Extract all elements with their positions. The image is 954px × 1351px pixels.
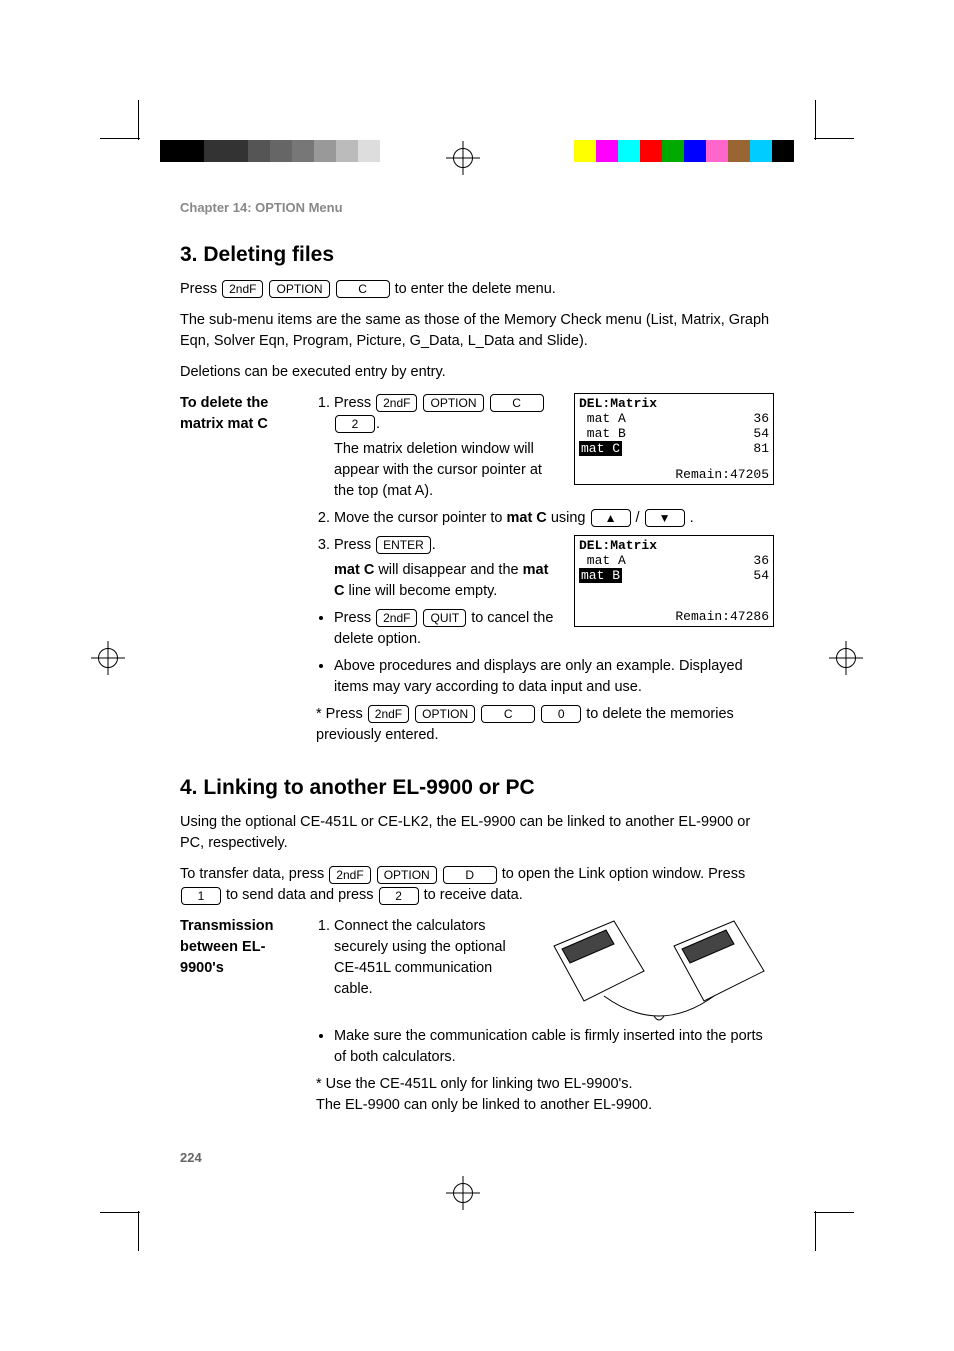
calculator-link-illustration [544, 916, 774, 1026]
key-quit: QUIT [423, 609, 466, 627]
key-c: C [336, 280, 390, 298]
step-1: Press 2ndF OPTION C 2. The matrix deleti… [334, 393, 560, 502]
bullet-note: Above procedures and displays are only a… [334, 656, 774, 698]
link-step-1: Connect the calculators securely using t… [334, 916, 530, 1000]
key-2: 2 [379, 887, 419, 905]
key-2ndf: 2ndF [222, 280, 263, 298]
text: To transfer data, press [180, 866, 328, 882]
key-2ndf: 2ndF [329, 866, 370, 884]
bold: mat C [506, 510, 546, 526]
paragraph: The sub-menu items are the same as those… [180, 310, 774, 352]
bullet-cancel: Press 2ndF QUIT to cancel the delete opt… [334, 608, 560, 650]
paragraph: Deletions can be executed entry by entry… [180, 362, 774, 383]
step-1-note: The matrix deletion window will appear w… [334, 439, 560, 502]
lcd-row: mat A36 [579, 411, 769, 426]
crop-mark [814, 138, 854, 139]
chapter-heading: Chapter 14: OPTION Menu [180, 200, 774, 215]
key-2ndf: 2ndF [376, 609, 417, 627]
key-option: OPTION [269, 280, 329, 298]
text: . [376, 416, 380, 432]
key-2ndf: 2ndF [368, 705, 409, 723]
text: using [551, 510, 590, 526]
lcd-row: mat A36 [579, 553, 769, 568]
transfer-line: To transfer data, press 2ndF OPTION D to… [180, 864, 774, 906]
text: The EL-9900 can only be linked to anothe… [316, 1097, 652, 1113]
key-2ndf: 2ndF [376, 394, 417, 412]
page-number: 224 [180, 1150, 774, 1165]
crop-mark [138, 1211, 139, 1251]
lcd-screenshot-2: DEL:Matrix mat A36 mat B54 Remain:47286 [574, 535, 774, 627]
text: line will become empty. [349, 583, 498, 599]
text: . [690, 510, 694, 526]
key-up-icon: ▲ [591, 509, 631, 527]
text: to send data and press [226, 887, 378, 903]
link-bullet: Make sure the communication cable is fir… [334, 1026, 774, 1068]
section-title-delete: 3. Deleting files [180, 243, 774, 267]
text: Press [180, 281, 221, 297]
procedure-body: Press 2ndF OPTION C 2. The matrix deleti… [316, 393, 774, 756]
lcd-screenshot-1: DEL:Matrix mat A36 mat B54 mat C81 Remai… [574, 393, 774, 485]
text: . [432, 537, 436, 553]
key-c: C [481, 705, 535, 723]
crop-mark [814, 1212, 854, 1213]
key-option: OPTION [423, 394, 483, 412]
key-2: 2 [335, 415, 375, 433]
step-2: Move the cursor pointer to mat C using ▲… [334, 508, 774, 529]
text: Press [326, 706, 367, 722]
crop-mark [100, 138, 140, 139]
lcd-title: DEL:Matrix [579, 396, 769, 411]
lcd-row: mat B54 [579, 568, 769, 583]
bold: mat C [334, 562, 374, 578]
intro-line: Press 2ndF OPTION C to enter the delete … [180, 279, 774, 300]
key-option: OPTION [377, 866, 437, 884]
procedure-body-link: Connect the calculators securely using t… [316, 916, 774, 1126]
crop-mark [815, 100, 816, 140]
registration-mark-icon [98, 648, 118, 668]
key-option: OPTION [415, 705, 475, 723]
step-3: Press ENTER. mat C will disappear and th… [334, 535, 560, 602]
key-0: 0 [541, 705, 581, 723]
key-enter: ENTER [376, 536, 431, 554]
star-note: Press 2ndF OPTION C 0 to delete the memo… [316, 704, 774, 746]
crop-mark [815, 1211, 816, 1251]
text: Press [334, 610, 375, 626]
key-1: 1 [181, 887, 221, 905]
key-d: D [443, 866, 497, 884]
key-down-icon: ▼ [645, 509, 685, 527]
crop-mark [100, 1212, 140, 1213]
text: to receive data. [424, 887, 523, 903]
page-content: Chapter 14: OPTION Menu 3. Deleting file… [180, 200, 774, 1151]
text: Move the cursor pointer to [334, 510, 506, 526]
link-star-note: Use the CE-451L only for linking two EL-… [316, 1074, 774, 1116]
text: will disappear and the [378, 562, 522, 578]
paragraph: Using the optional CE-451L or CE-LK2, th… [180, 812, 774, 854]
lcd-row: mat C81 [579, 441, 769, 456]
registration-mark-icon [453, 148, 473, 168]
page: Chapter 14: OPTION Menu 3. Deleting file… [0, 0, 954, 1351]
lcd-row: mat B54 [579, 426, 769, 441]
key-c: C [490, 394, 544, 412]
section-title-linking: 4. Linking to another EL-9900 or PC [180, 776, 774, 800]
text: Use the CE-451L only for linking two EL-… [326, 1076, 633, 1092]
crop-mark [138, 100, 139, 140]
registration-mark-icon [836, 648, 856, 668]
text: to open the Link option window. Press [502, 866, 745, 882]
greyscale-bar [160, 140, 380, 162]
lcd-remain: Remain:47205 [675, 467, 769, 482]
text: to enter the delete menu. [395, 281, 556, 297]
lcd-title: DEL:Matrix [579, 538, 769, 553]
text: Press [334, 537, 375, 553]
registration-mark-icon [453, 1183, 473, 1203]
side-heading-delete-matc: To delete the matrix mat C [180, 393, 300, 435]
color-bar [574, 140, 794, 162]
text: Press [334, 395, 375, 411]
lcd-remain: Remain:47286 [675, 609, 769, 624]
text: / [636, 510, 644, 526]
side-heading-transmission: Transmission between EL-9900's [180, 916, 300, 979]
